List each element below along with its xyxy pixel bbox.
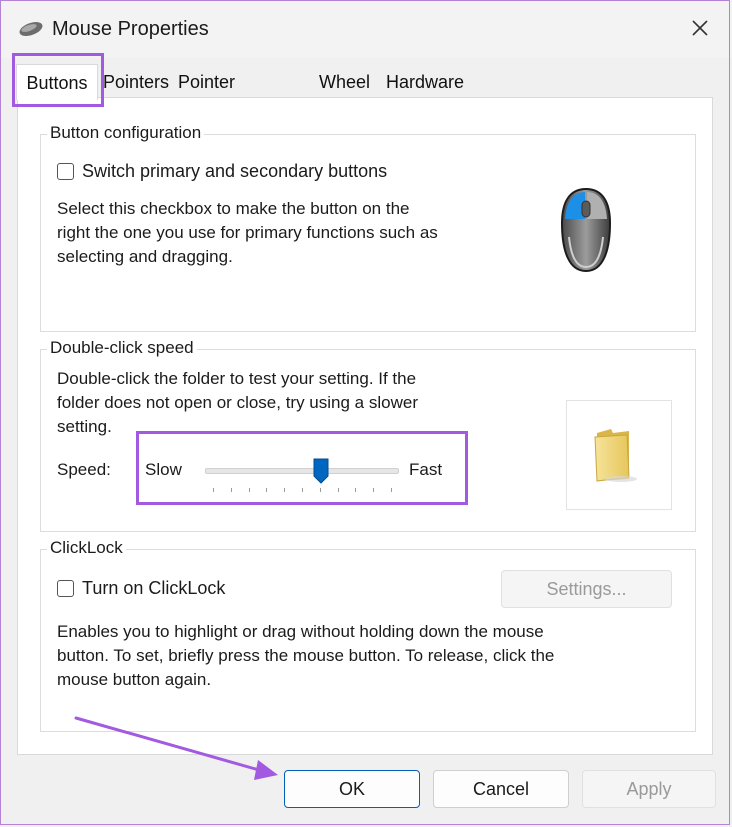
checkbox-label: Turn on ClickLock — [82, 578, 226, 598]
folder-test-area[interactable] — [566, 400, 672, 510]
tab-wheel[interactable]: Wheel — [315, 66, 375, 99]
speed-label: Speed: — [57, 460, 111, 479]
group-label: Double-click speed — [47, 338, 197, 358]
clicklock-checkbox[interactable] — [57, 580, 74, 597]
switch-buttons-checkbox-row[interactable]: Switch primary and secondary buttons — [57, 161, 387, 182]
slider-tick — [284, 488, 286, 492]
slider-tick — [391, 488, 392, 492]
slider-tick — [248, 488, 250, 492]
description-line: button. To set, briefly press the mouse … — [57, 646, 555, 665]
checkbox-label: Switch primary and secondary buttons — [82, 161, 388, 181]
mouse-preview — [497, 137, 677, 325]
close-icon — [692, 20, 708, 36]
folder-icon — [594, 429, 637, 482]
double-click-description: Double-click the folder to test your set… — [57, 367, 537, 439]
description-line: Select this checkbox to make the button … — [57, 199, 410, 218]
slider-tick — [355, 488, 357, 492]
group-label: Button configuration — [47, 123, 205, 143]
buttons-tab-panel: Button configuration Switch primary and … — [17, 97, 713, 755]
mouse-illustration — [560, 187, 612, 273]
clicklock-group: ClickLock Turn on ClickLock Settings... … — [40, 538, 696, 732]
cancel-button[interactable]: Cancel — [433, 770, 569, 808]
description-line: folder does not open or close, try using… — [57, 393, 418, 412]
button-config-description: Select this checkbox to make the button … — [57, 197, 497, 269]
title-bar: Mouse Properties — [0, 0, 732, 58]
tab-pointers[interactable]: Pointers — [99, 66, 174, 99]
apply-button[interactable]: Apply — [582, 770, 716, 808]
description-line: right the one you use for primary functi… — [57, 223, 438, 242]
description-line: Double-click the folder to test your set… — [57, 369, 417, 388]
mouse-icon — [19, 22, 43, 36]
slider-tick — [266, 488, 268, 492]
tab-pointer-options[interactable]: Pointer Options — [174, 66, 245, 125]
window-title: Mouse Properties — [52, 18, 209, 40]
clicklock-checkbox-row[interactable]: Turn on ClickLock — [57, 578, 225, 599]
ok-button[interactable]: OK — [284, 770, 420, 808]
description-line: selecting and dragging. — [57, 247, 233, 266]
speed-slider-thumb[interactable] — [313, 458, 329, 484]
slider-tick — [319, 488, 321, 492]
slider-tick — [373, 488, 375, 492]
fast-label: Fast — [409, 460, 443, 479]
speed-slider-track[interactable] — [205, 468, 399, 474]
close-button[interactable] — [686, 14, 714, 42]
slow-label: Slow — [145, 460, 182, 479]
clicklock-description: Enables you to highlight or drag without… — [57, 620, 657, 692]
tab-hardware[interactable]: Hardware — [382, 66, 469, 99]
slider-tick — [337, 488, 339, 492]
description-line: Enables you to highlight or drag without… — [57, 622, 544, 641]
description-line: setting. — [57, 417, 112, 436]
annotation-arrow — [74, 716, 278, 780]
slider-tick — [302, 488, 303, 492]
clicklock-settings-button[interactable]: Settings... — [501, 570, 672, 608]
slider-tick — [230, 488, 232, 492]
description-line: mouse button again. — [57, 670, 212, 689]
slider-tick — [213, 488, 214, 492]
double-click-speed-group: Double-click speed Double-click the fold… — [40, 338, 696, 532]
group-label: ClickLock — [47, 538, 126, 558]
tab-buttons[interactable]: Buttons — [16, 64, 98, 100]
switch-buttons-checkbox[interactable] — [57, 163, 74, 180]
button-configuration-group: Button configuration Switch primary and … — [40, 123, 696, 332]
